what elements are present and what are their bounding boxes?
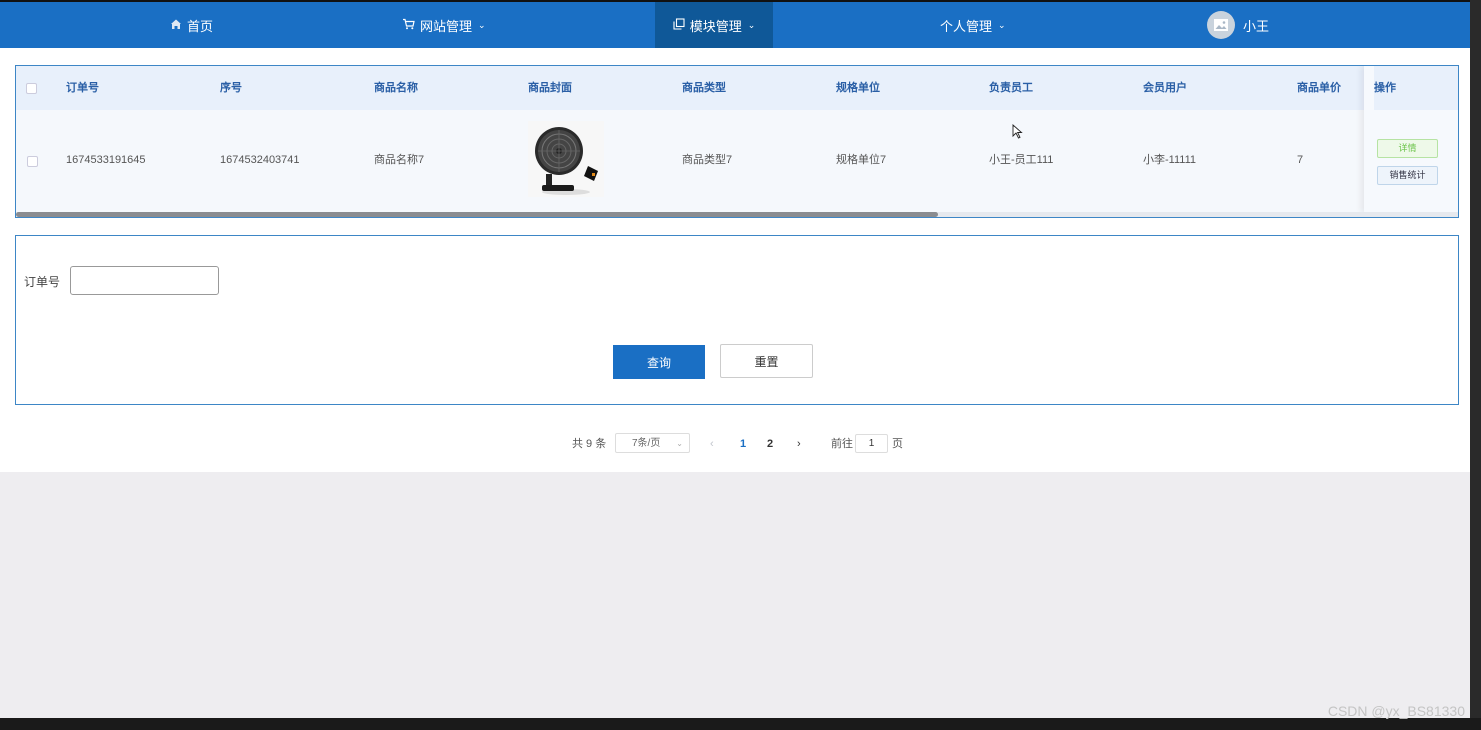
- cell-order-no: 1674533191645: [66, 154, 146, 166]
- col-product-type[interactable]: 商品类型: [682, 66, 726, 110]
- user-menu[interactable]: 小王: [1207, 2, 1269, 48]
- goto-prefix: 前往: [831, 438, 853, 450]
- next-page-icon[interactable]: ›: [797, 432, 801, 456]
- page-size-value: 7条/页: [632, 438, 661, 449]
- cell-spec-unit: 规格单位7: [836, 154, 887, 166]
- chevron-down-icon: ⌄: [747, 19, 756, 30]
- order-no-input[interactable]: [70, 266, 219, 295]
- col-product-name[interactable]: 商品名称: [374, 66, 418, 110]
- page-number-1[interactable]: 1: [740, 432, 746, 456]
- image-icon: [1214, 19, 1228, 31]
- main-content: 订单号 序号 商品名称 商品封面 商品类型 规格单位 负责员工 会员用户 商品单…: [0, 48, 1470, 472]
- goto-page-input[interactable]: 1: [855, 434, 888, 453]
- nav-personal-management[interactable]: 个人管理 ⌄: [940, 2, 1006, 48]
- cell-unit-price: 7: [1297, 154, 1304, 166]
- cell-product-name: 商品名称7: [374, 154, 425, 166]
- col-order-no[interactable]: 订单号: [66, 66, 99, 110]
- detail-button[interactable]: 详情: [1377, 139, 1438, 158]
- cart-icon: [402, 18, 415, 33]
- window-bottom-edge: [0, 718, 1481, 730]
- page-size-select[interactable]: 7条/页 ⌄: [615, 433, 690, 453]
- cell-product-type: 商品类型7: [682, 154, 733, 166]
- copy-icon: [673, 17, 685, 33]
- row-checkbox[interactable]: [27, 156, 38, 167]
- nav-site-management[interactable]: 网站管理 ⌄: [402, 2, 486, 48]
- select-all-checkbox[interactable]: [26, 83, 37, 94]
- query-button[interactable]: 查询: [613, 345, 705, 379]
- home-icon: [170, 18, 182, 33]
- col-product-cover[interactable]: 商品封面: [528, 66, 572, 110]
- col-member[interactable]: 会员用户: [1143, 66, 1187, 110]
- nav-personal-management-label: 个人管理: [940, 18, 993, 34]
- sales-stats-button[interactable]: 销售统计: [1377, 166, 1438, 185]
- nav-site-management-label: 网站管理: [420, 18, 473, 34]
- table-header: 订单号 序号 商品名称 商品封面 商品类型 规格单位 负责员工 会员用户 商品单…: [16, 66, 1458, 110]
- page-number-2[interactable]: 2: [767, 432, 773, 456]
- chevron-down-icon: ⌄: [998, 19, 1006, 30]
- mouse-cursor-icon: [1012, 124, 1023, 139]
- col-spec-unit[interactable]: 规格单位: [836, 66, 880, 110]
- window-right-edge: [1470, 0, 1481, 730]
- horizontal-scrollbar-thumb[interactable]: [16, 212, 938, 217]
- reset-button[interactable]: 重置: [720, 344, 813, 378]
- nav-module-management-label: 模块管理: [689, 18, 742, 34]
- cell-member: 小李-11111: [1143, 154, 1196, 166]
- top-nav-bar: 首页 网站管理 ⌄ 模块管理 ⌄ 个人管理 ⌄ 小王: [0, 0, 1470, 48]
- col-actions: 操作: [1374, 66, 1458, 110]
- actions-column: 操作 详情 销售统计: [1364, 66, 1458, 213]
- watermark-text: CSDN @yx_BS81330: [1327, 703, 1465, 719]
- search-form: 订单号 查询 重置: [15, 235, 1459, 405]
- avatar: [1207, 11, 1235, 39]
- chevron-down-icon: ⌄: [676, 439, 683, 448]
- col-unit-price[interactable]: 商品单价: [1297, 66, 1341, 110]
- nav-home[interactable]: 首页: [170, 2, 213, 48]
- goto-suffix: 页: [892, 438, 903, 450]
- cell-seq: 1674532403741: [220, 154, 300, 166]
- nav-module-management[interactable]: 模块管理 ⌄: [655, 2, 773, 48]
- chevron-down-icon: ⌄: [478, 19, 486, 30]
- nav-home-label: 首页: [187, 18, 214, 34]
- pagination-total: 共 9 条: [572, 438, 607, 450]
- order-no-label: 订单号: [24, 275, 61, 289]
- col-staff[interactable]: 负责员工: [989, 66, 1033, 110]
- username: 小王: [1243, 18, 1270, 34]
- product-cover-image[interactable]: [528, 121, 604, 197]
- prev-page-icon[interactable]: ‹: [710, 432, 714, 456]
- order-table: 订单号 序号 商品名称 商品封面 商品类型 规格单位 负责员工 会员用户 商品单…: [15, 65, 1459, 218]
- col-seq[interactable]: 序号: [220, 66, 242, 110]
